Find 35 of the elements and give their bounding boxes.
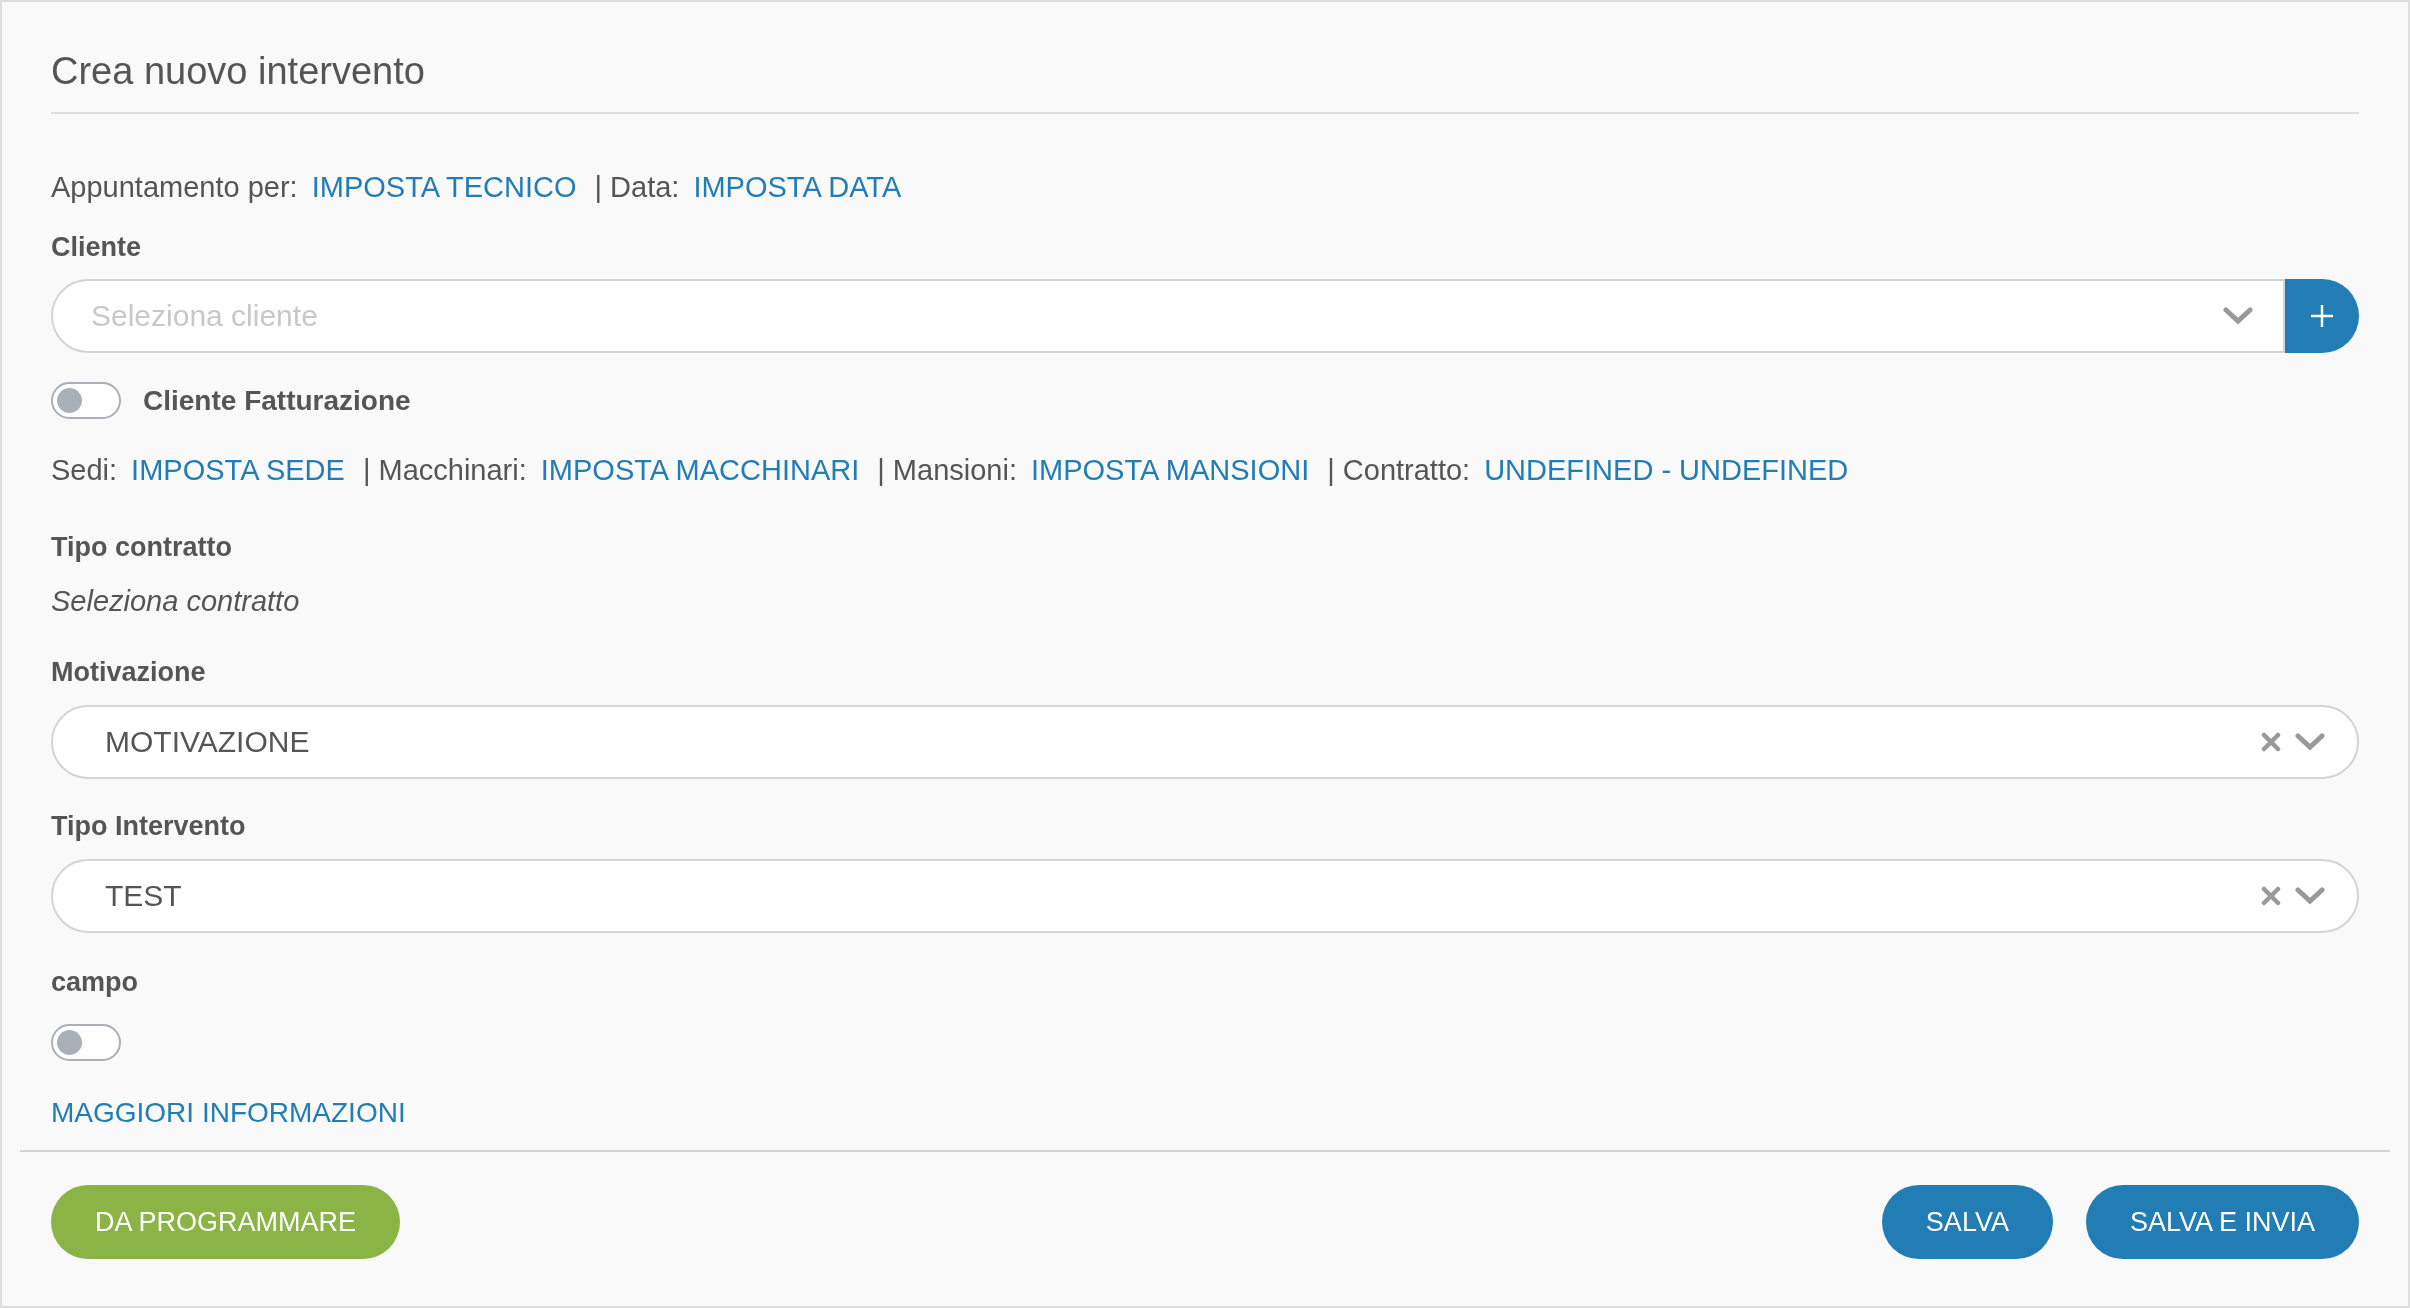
save-button[interactable]: SALVA E INVIA xyxy=(2085,1185,2359,1259)
field-label: Motivazione xyxy=(51,656,207,688)
set-link[interactable]: IMPOSTA MANSIONI xyxy=(1031,452,1310,488)
field-label: | Contratto: xyxy=(1327,453,1471,488)
set-link[interactable]: IMPOSTA DATA xyxy=(693,169,902,205)
toggle-switch[interactable] xyxy=(51,382,121,419)
field-label: Cliente xyxy=(51,231,143,263)
toggle-switch[interactable] xyxy=(51,1024,121,1061)
set-link[interactable]: IMPOSTA MACCHINARI xyxy=(540,452,860,488)
field-label: Sedi: xyxy=(51,453,118,488)
chevron-down-icon xyxy=(2295,886,2325,906)
chevron-down-icon xyxy=(2295,732,2325,752)
select-field[interactable]: MOTIVAZIONE xyxy=(51,705,2359,779)
select-field[interactable]: TEST xyxy=(51,859,2359,933)
contract-value[interactable]: Seleziona contratto xyxy=(51,583,2359,619)
field-label: campo xyxy=(51,966,140,998)
clear-icon[interactable] xyxy=(2261,732,2281,752)
field-label: Appuntamento per: xyxy=(51,170,298,205)
clear-icon[interactable] xyxy=(2261,886,2281,906)
plus-icon xyxy=(2310,304,2334,328)
more-info-link[interactable]: MAGGIORI INFORMAZIONI xyxy=(51,1095,406,1131)
form-title: Crea nuovo intervento xyxy=(51,2,2359,114)
add-button[interactable] xyxy=(2285,279,2359,353)
toggle-label: Cliente Fatturazione xyxy=(143,383,411,418)
field-label: | Data: xyxy=(594,170,680,205)
set-link[interactable]: IMPOSTA TECNICO xyxy=(311,169,577,205)
save-button[interactable]: SALVA xyxy=(1881,1185,2053,1259)
field-label: Tipo contratto xyxy=(51,531,233,563)
set-link[interactable]: UNDEFINED - UNDEFINED xyxy=(1484,452,1849,488)
field-label: | Mansioni: xyxy=(877,453,1017,488)
chevron-down-icon xyxy=(2223,306,2253,326)
set-link[interactable]: IMPOSTA SEDE xyxy=(131,452,345,488)
field-label: | Macchinari: xyxy=(362,453,527,488)
field-label: Tipo Intervento xyxy=(51,810,247,842)
schedule-button[interactable]: DA PROGRAMMARE xyxy=(51,1185,401,1259)
